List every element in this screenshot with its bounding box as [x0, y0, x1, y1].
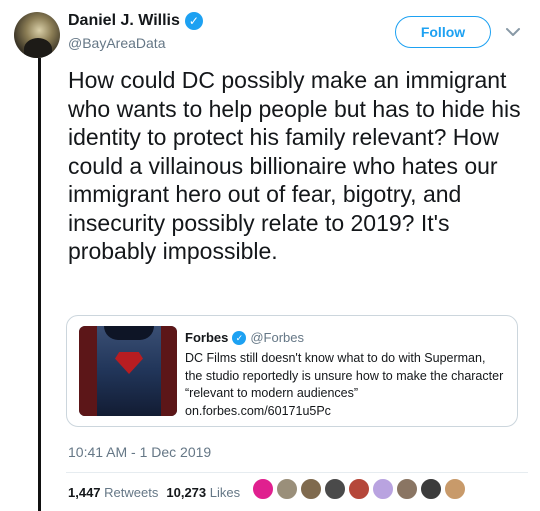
- likes-count: 10,273: [166, 485, 207, 500]
- quoted-verified-badge-icon: ✓: [232, 330, 247, 345]
- author-avatar[interactable]: [14, 12, 60, 58]
- verified-badge-icon: ✓: [184, 12, 203, 30]
- liker-avatar[interactable]: [420, 478, 442, 500]
- tweet-stats: 1,447 Retweets 10,273 Likes: [68, 485, 240, 500]
- author-handle[interactable]: @BayAreaData: [68, 35, 165, 51]
- quoted-text: DC Films still doesn't know what to do w…: [185, 351, 504, 418]
- thread-line: [38, 58, 41, 511]
- author-display-name[interactable]: Daniel J. Willis: [68, 12, 180, 30]
- retweets-count: 1,447: [68, 485, 101, 500]
- divider: [66, 472, 528, 473]
- tweet-timestamp[interactable]: 10:41 AM - 1 Dec 2019: [68, 444, 211, 460]
- chest-shadow: [104, 326, 154, 340]
- likes-stat[interactable]: 10,273 Likes: [166, 485, 240, 500]
- follow-button[interactable]: Follow: [395, 16, 491, 48]
- liker-avatar[interactable]: [276, 478, 298, 500]
- cape-left: [79, 326, 97, 416]
- liker-avatar[interactable]: [372, 478, 394, 500]
- tweet-text: How could DC possibly make an immigrant …: [68, 67, 521, 264]
- liker-avatar[interactable]: [324, 478, 346, 500]
- superman-shield-icon: [115, 352, 143, 374]
- quoted-tweet-card[interactable]: Forbes ✓ @Forbes DC Films still doesn't …: [66, 315, 518, 427]
- cape-right: [161, 326, 177, 416]
- retweets-label: Retweets: [104, 485, 159, 500]
- quoted-header: Forbes ✓ @Forbes: [185, 330, 304, 345]
- liker-avatar[interactable]: [444, 478, 466, 500]
- quoted-handle: @Forbes: [250, 330, 305, 345]
- superman-thumbnail: [79, 326, 177, 416]
- liker-avatars: [252, 478, 466, 500]
- chevron-down-icon[interactable]: [503, 22, 523, 42]
- liker-avatar[interactable]: [300, 478, 322, 500]
- quoted-name: Forbes: [185, 330, 229, 345]
- retweets-stat[interactable]: 1,447 Retweets: [68, 485, 158, 500]
- liker-avatar[interactable]: [252, 478, 274, 500]
- liker-avatar[interactable]: [348, 478, 370, 500]
- likes-label: Likes: [209, 485, 241, 500]
- author-name-row: Daniel J. Willis ✓: [68, 12, 203, 30]
- liker-avatar[interactable]: [396, 478, 418, 500]
